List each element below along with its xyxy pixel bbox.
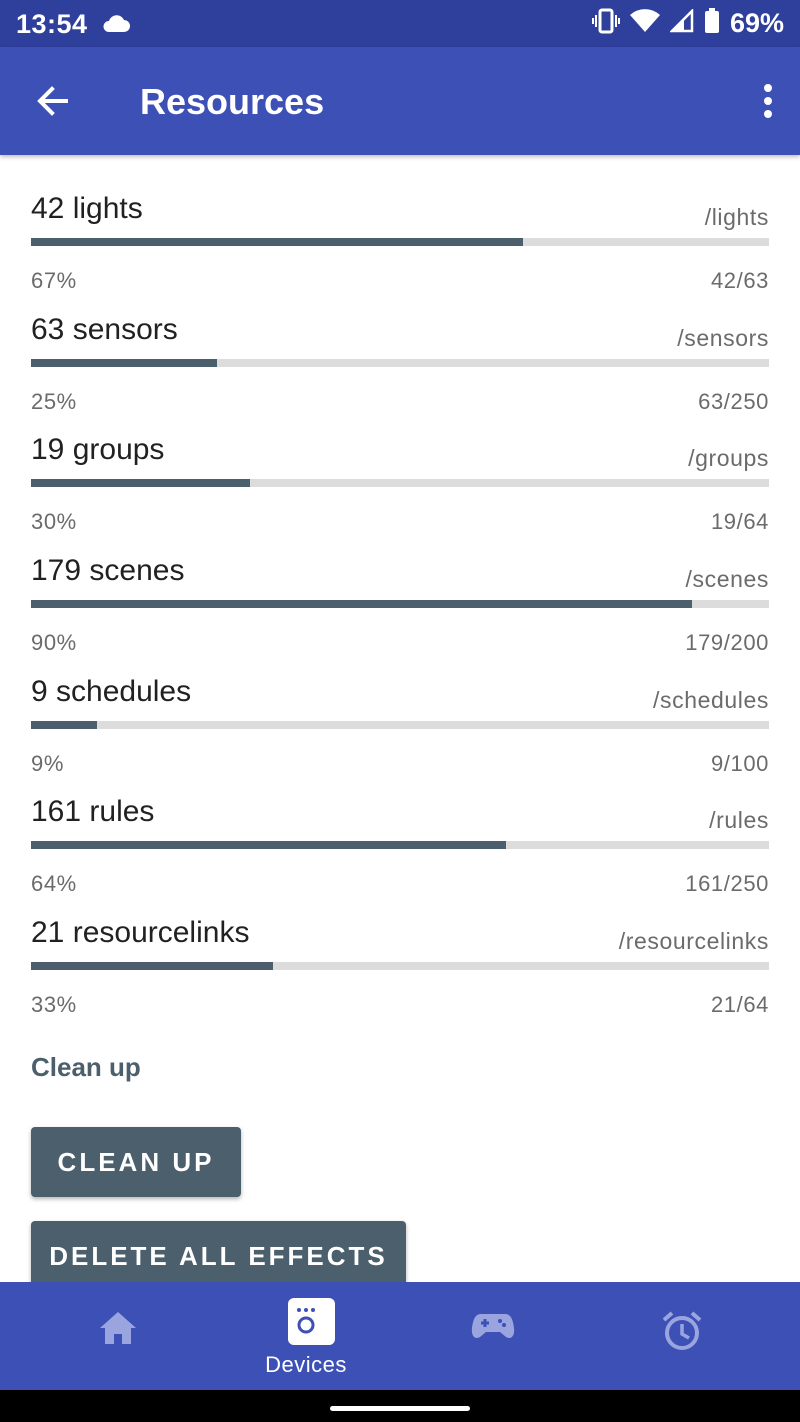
resource-item-resourcelinks: 21 resourcelinks /resourcelinks 33% 21/6…	[31, 916, 769, 1037]
resource-path: /rules	[709, 807, 769, 833]
progress-track	[31, 841, 769, 849]
arrow-left-icon	[37, 86, 68, 116]
delete-all-effects-button[interactable]: DELETE ALL EFFECTS	[31, 1221, 406, 1282]
resource-ratio: 21/64	[710, 992, 769, 1017]
resource-name: 63 sensors	[31, 313, 178, 346]
status-time: 13:54	[16, 9, 88, 39]
progress-track	[31, 721, 769, 729]
resource-item-scenes: 179 scenes /scenes 90% 179/200	[31, 554, 769, 675]
resource-percent: 25%	[31, 389, 77, 414]
battery-percentage: 69%	[729, 8, 784, 38]
devices-icon	[288, 1304, 324, 1345]
resource-ratio: 161/250	[685, 871, 769, 896]
more-vert-icon	[764, 84, 772, 118]
resource-item-sensors: 63 sensors /sensors 25% 63/250	[31, 313, 769, 434]
progress-track	[31, 962, 769, 970]
resource-item-groups: 19 groups /groups 30% 19/64	[31, 433, 769, 554]
progress-fill	[31, 359, 217, 367]
progress-track	[31, 238, 769, 246]
resource-path: /lights	[704, 204, 769, 230]
resource-percent: 90%	[31, 630, 77, 655]
more-options-button[interactable]	[762, 83, 774, 119]
resource-percent: 64%	[31, 871, 77, 896]
resource-ratio: 63/250	[698, 389, 769, 414]
resource-name: 42 lights	[31, 192, 143, 225]
progress-fill	[31, 479, 251, 487]
progress-fill	[31, 841, 507, 849]
nav-games[interactable]	[393, 1282, 593, 1390]
progress-track	[31, 479, 769, 487]
resource-name: 21 resourcelinks	[31, 916, 250, 949]
app-bar: Resources	[0, 47, 800, 155]
resource-percent: 30%	[31, 509, 77, 534]
progress-track	[31, 359, 769, 367]
battery-icon	[704, 8, 720, 39]
page-title: Resources	[140, 81, 325, 122]
resource-item-schedules: 9 schedules /schedules 9% 9/100	[31, 675, 769, 796]
nav-home[interactable]	[18, 1282, 218, 1390]
resource-path: /scenes	[685, 566, 769, 592]
bottom-navigation: Devices	[0, 1282, 800, 1390]
cleanup-section-title: Clean up	[31, 1052, 141, 1082]
resource-ratio: 179/200	[685, 630, 769, 655]
resource-item-lights: 42 lights /lights 67% 42/63	[31, 192, 769, 313]
progress-fill	[31, 238, 524, 246]
progress-fill	[31, 600, 692, 608]
status-bar: 13:54 69%	[0, 0, 800, 47]
resource-path: /sensors	[677, 325, 769, 351]
resource-path: /groups	[688, 445, 769, 471]
resource-ratio: 42/63	[710, 268, 769, 293]
vibrate-icon	[591, 8, 620, 39]
nav-alarms[interactable]	[582, 1282, 782, 1390]
resource-name: 19 groups	[31, 433, 165, 466]
progress-fill	[31, 721, 98, 729]
home-icon	[98, 1310, 138, 1351]
signal-icon	[668, 7, 694, 38]
progress-track	[31, 600, 769, 608]
nav-devices[interactable]: Devices	[206, 1282, 406, 1390]
resource-ratio: 19/64	[710, 509, 769, 534]
resource-ratio: 9/100	[710, 751, 769, 776]
clean-up-button[interactable]: CLEAN UP	[31, 1127, 241, 1197]
resource-path: /schedules	[653, 687, 769, 713]
resource-percent: 9%	[31, 751, 64, 776]
resource-item-rules: 161 rules /rules 64% 161/250	[31, 795, 769, 916]
resource-path: /resourcelinks	[618, 928, 769, 954]
gamepad-icon	[471, 1310, 515, 1347]
resource-name: 179 scenes	[31, 554, 185, 587]
resource-name: 161 rules	[31, 795, 155, 828]
wifi-icon	[629, 9, 660, 38]
resource-percent: 67%	[31, 268, 77, 293]
resource-percent: 33%	[31, 992, 77, 1017]
gesture-handle[interactable]	[330, 1406, 470, 1411]
cloud-icon	[101, 12, 131, 39]
back-button[interactable]	[30, 80, 78, 122]
resource-name: 9 schedules	[31, 675, 192, 708]
gesture-navigation-bar	[0, 1390, 800, 1422]
resources-list[interactable]: 42 lights /lights 67% 42/63 63 sensors /…	[0, 155, 800, 1282]
nav-devices-label: Devices	[265, 1352, 347, 1377]
alarm-icon	[661, 1310, 703, 1357]
progress-fill	[31, 962, 274, 970]
